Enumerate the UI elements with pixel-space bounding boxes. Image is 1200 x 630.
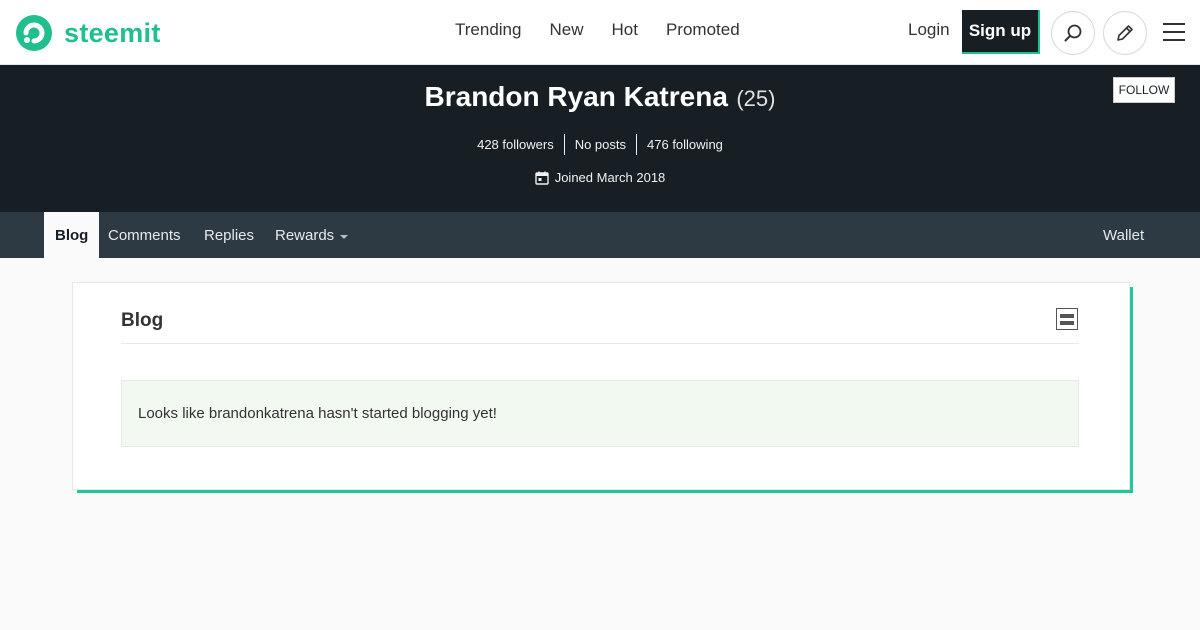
blog-title: Blog xyxy=(121,310,164,331)
blog-divider xyxy=(121,343,1079,344)
steemit-logo-icon xyxy=(16,15,52,51)
steemit-logo[interactable]: steemit xyxy=(14,13,161,53)
layout-toggle-icon[interactable] xyxy=(1056,308,1078,330)
tab-blog[interactable]: Blog xyxy=(44,212,100,258)
signup-button[interactable]: Sign up xyxy=(962,10,1040,54)
following-count[interactable]: 476 following xyxy=(636,134,733,155)
follow-button[interactable]: FOLLOW xyxy=(1113,77,1175,103)
layout-bar xyxy=(1060,320,1074,325)
main-nav: Trending New Hot Promoted xyxy=(455,20,740,40)
search-button[interactable] xyxy=(1051,11,1095,55)
nav-promoted[interactable]: Promoted xyxy=(666,20,740,40)
caret-down-icon xyxy=(340,235,349,239)
tab-replies[interactable]: Replies xyxy=(204,212,254,258)
tab-rewards-label: Rewards xyxy=(275,226,335,244)
menu-line xyxy=(1163,23,1185,25)
followers-count[interactable]: 428 followers xyxy=(467,134,564,155)
calendar-icon xyxy=(535,171,549,185)
search-icon xyxy=(1064,24,1082,42)
profile-name: Brandon Ryan Katrena xyxy=(424,81,728,112)
profile-name-line: Brandon Ryan Katrena (25) xyxy=(0,81,1200,113)
pencil-icon xyxy=(1117,25,1133,41)
menu-line xyxy=(1163,39,1185,41)
logo-text: steemit xyxy=(64,17,161,48)
profile-banner: Brandon Ryan Katrena (25) FOLLOW 428 fol… xyxy=(0,65,1200,212)
nav-hot[interactable]: Hot xyxy=(611,20,637,40)
nav-new[interactable]: New xyxy=(549,20,583,40)
tab-comments[interactable]: Comments xyxy=(108,212,181,258)
write-post-button[interactable] xyxy=(1103,11,1147,55)
layout-bar xyxy=(1060,313,1074,318)
blog-card: Blog Looks like brandonkatrena hasn't st… xyxy=(72,282,1130,490)
tab-rewards[interactable]: Rewards xyxy=(275,212,349,258)
nav-trending[interactable]: Trending xyxy=(455,20,521,40)
menu-line xyxy=(1163,31,1185,33)
posts-count: No posts xyxy=(563,134,636,155)
hamburger-menu-icon[interactable] xyxy=(1163,20,1187,44)
joined-date: Joined March 2018 xyxy=(0,170,1200,185)
reputation-score: (25) xyxy=(736,86,776,111)
empty-blog-message: Looks like brandonkatrena hasn't started… xyxy=(121,380,1079,447)
tab-wallet[interactable]: Wallet xyxy=(1103,212,1144,258)
joined-text: Joined March 2018 xyxy=(554,170,666,185)
top-navigation-bar: steemit Trending New Hot Promoted Login … xyxy=(0,0,1200,65)
profile-stats: 428 followers No posts 476 following xyxy=(0,134,1200,155)
profile-tabs: Blog Comments Replies Rewards Wallet xyxy=(0,212,1200,258)
login-link[interactable]: Login xyxy=(908,20,950,40)
